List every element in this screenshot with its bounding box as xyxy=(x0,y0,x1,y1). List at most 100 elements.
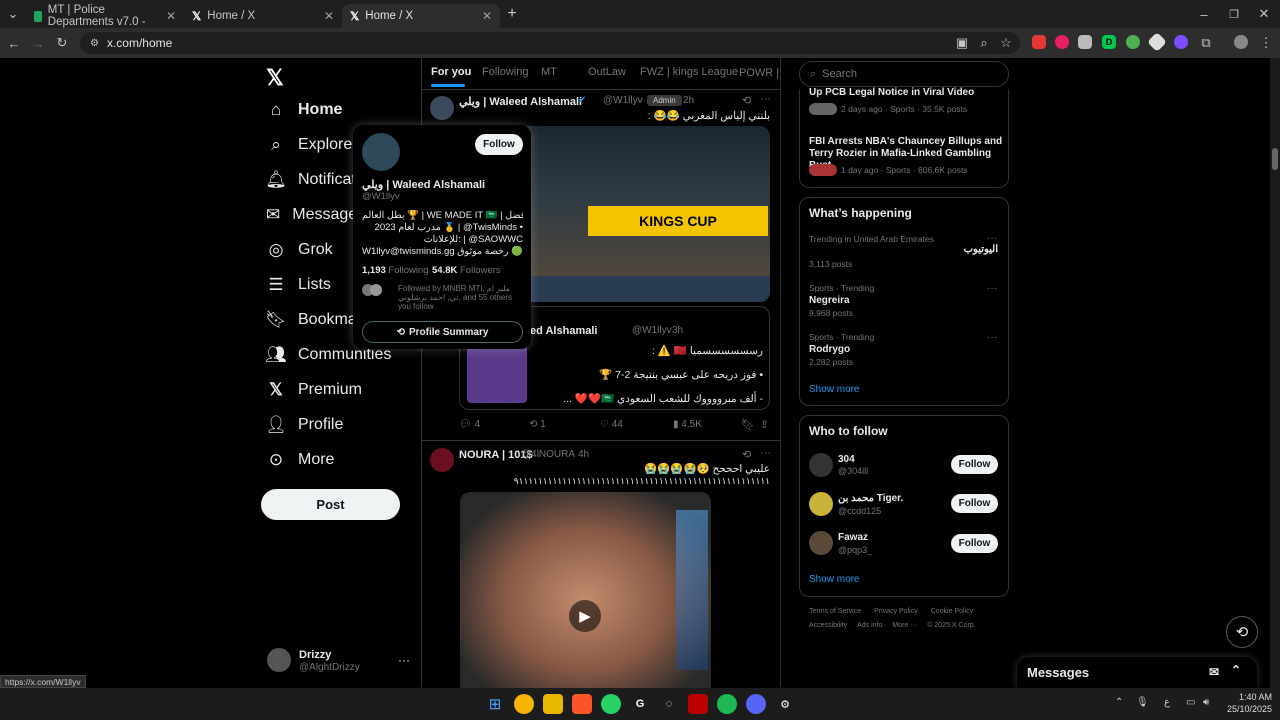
nav-lists[interactable]: ☰ Lists xyxy=(266,270,331,300)
news-title[interactable]: Up PCB Legal Notice in Viral Video xyxy=(809,87,974,98)
compose-message-icon[interactable]: ✉ xyxy=(1209,665,1219,679)
accessibility-link[interactable]: Accessibility xyxy=(809,622,847,629)
maximize-icon[interactable]: ❐ xyxy=(1226,6,1242,22)
discord-icon[interactable] xyxy=(746,694,766,714)
followed-by-text[interactable]: Followed by MNBR MTI, ملير ام تي, احمد ب… xyxy=(398,284,523,311)
ads-info-link[interactable]: Ads info xyxy=(857,622,882,629)
like-button[interactable]: ♡ 44 xyxy=(600,419,623,430)
nav-explore[interactable]: ⌕ Explore xyxy=(266,130,352,160)
new-tab-icon[interactable]: + xyxy=(504,5,520,22)
zoom-icon[interactable]: ⌕ xyxy=(976,35,992,51)
app-icon[interactable]: G xyxy=(630,694,650,714)
reply-button[interactable]: 💬︎ 4 xyxy=(459,419,480,430)
avatar[interactable] xyxy=(430,96,454,120)
follow-button[interactable]: Follow xyxy=(951,494,998,513)
back-icon[interactable]: ← xyxy=(6,35,22,51)
window-close-icon[interactable]: ✕ xyxy=(1256,6,1272,22)
tab-search-icon[interactable]: ⌄ xyxy=(5,6,21,22)
nav-messages[interactable]: ✉Messages xyxy=(266,200,356,230)
menu-icon[interactable]: ⋮ xyxy=(1258,35,1274,51)
nav-more[interactable]: ⊙ More xyxy=(266,445,335,475)
minimize-icon[interactable]: – xyxy=(1196,6,1212,22)
popup-handle[interactable]: @W1llyv xyxy=(362,191,400,202)
account-menu-icon[interactable]: ··· xyxy=(398,653,410,667)
profile-avatar[interactable] xyxy=(1234,35,1248,49)
extension-icon[interactable] xyxy=(1126,35,1140,49)
tweet-author[interactable]: ويلي | Waleed Alshamali xyxy=(459,95,582,108)
show-more-link[interactable]: Show more xyxy=(809,574,860,585)
following-count[interactable]: 1,193 Following xyxy=(362,265,429,276)
trend-name[interactable]: Negreira xyxy=(809,295,850,306)
microphone-icon[interactable]: 🎙︎ xyxy=(1136,697,1149,708)
file-explorer-icon[interactable] xyxy=(543,694,563,714)
app-icon[interactable] xyxy=(688,694,708,714)
play-icon[interactable]: ▶ xyxy=(569,600,601,632)
tab-sheets[interactable]: MT | Police Departments v7.0 - ✕ xyxy=(26,4,184,28)
follow-button[interactable]: Follow xyxy=(951,534,998,553)
brave-icon[interactable] xyxy=(572,694,592,714)
puzzle-icon[interactable]: ⧉ xyxy=(1198,35,1214,51)
app-icon[interactable]: ◌ xyxy=(659,694,679,714)
extension-icon[interactable] xyxy=(1174,35,1188,49)
tweet-time[interactable]: 4h xyxy=(578,449,589,460)
extension-icon[interactable] xyxy=(1055,35,1069,49)
tab-outlaw[interactable]: OutLaw xyxy=(588,66,626,78)
tab-powr[interactable]: POWR | ور xyxy=(739,66,781,79)
tray-chevron-icon[interactable]: ⌃ xyxy=(1115,697,1123,708)
avatar[interactable] xyxy=(809,492,833,516)
app-icon[interactable]: ⚙ xyxy=(775,694,795,714)
grok-icon[interactable]: ⟲ xyxy=(1226,616,1258,648)
tweet-handle[interactable]: @4lNOURA xyxy=(521,449,575,460)
nav-bookmarks[interactable]: 🔖︎Bookmarks xyxy=(266,305,356,335)
extension-icon[interactable]: D xyxy=(1102,35,1116,49)
nav-grok[interactable]: ◎ Grok xyxy=(266,235,333,265)
tweet-video[interactable]: ▶ xyxy=(460,492,711,688)
clock-time[interactable]: 1:40 AM xyxy=(1222,692,1272,702)
more-icon[interactable]: ··· xyxy=(760,93,771,105)
search-input[interactable]: ⌕ Search xyxy=(799,61,1009,87)
share-icon[interactable]: ⇪ xyxy=(760,418,769,431)
grok-icon[interactable]: ⟲ xyxy=(742,448,751,461)
close-icon[interactable]: ✕ xyxy=(324,9,334,23)
address-bar[interactable]: ⚙ x.com/home xyxy=(80,32,1020,54)
follow-suggestion-name[interactable]: 304 xyxy=(838,454,855,465)
tab-fwz[interactable]: FWZ | kings League xyxy=(640,66,738,78)
tab-mt[interactable]: MT xyxy=(541,66,557,78)
network-icon[interactable]: ▭ xyxy=(1186,697,1195,708)
followers-count[interactable]: 54.8K Followers xyxy=(432,265,501,276)
avatar[interactable] xyxy=(430,448,454,472)
more-icon[interactable]: ··· xyxy=(987,283,997,294)
avatar[interactable] xyxy=(809,531,833,555)
extension-icon[interactable] xyxy=(1078,35,1092,49)
more-icon[interactable]: ··· xyxy=(987,332,997,343)
nav-home[interactable]: ⌂ Home xyxy=(266,95,343,125)
nav-profile[interactable]: 👤︎ Profile xyxy=(265,410,343,440)
terms-link[interactable]: Terms of Service xyxy=(809,608,861,615)
scrollbar-thumb[interactable] xyxy=(1272,148,1278,170)
bookmark-icon[interactable]: 🔖︎ xyxy=(741,418,755,431)
follow-button[interactable]: Follow xyxy=(951,455,998,474)
close-icon[interactable]: ✕ xyxy=(482,9,492,23)
grok-icon[interactable]: ⟲ xyxy=(742,94,751,107)
whatsapp-icon[interactable] xyxy=(601,694,621,714)
tab-x-1[interactable]: 𝕏 Home / X ✕ xyxy=(184,4,342,28)
trend-name[interactable]: Rodrygo xyxy=(809,344,850,355)
trend-name[interactable]: اليوتيوب xyxy=(930,244,998,255)
reload-icon[interactable]: ↻ xyxy=(54,35,70,51)
more-icon[interactable]: ··· xyxy=(760,447,771,459)
follow-suggestion-name[interactable]: Fawaz xyxy=(838,532,868,543)
tab-x-2[interactable]: 𝕏 Home / X ✕ xyxy=(342,4,500,28)
views-button[interactable]: ▮ 4.5K xyxy=(673,419,702,430)
privacy-link[interactable]: Privacy Policy xyxy=(874,608,918,615)
scrollbar[interactable] xyxy=(1270,58,1280,688)
avatar[interactable] xyxy=(362,133,400,171)
install-icon[interactable]: ▣ xyxy=(954,35,970,51)
show-more-link[interactable]: Show more xyxy=(809,384,860,395)
volume-icon[interactable]: 🔊︎ xyxy=(1203,697,1209,708)
spotify-icon[interactable] xyxy=(717,694,737,714)
avatar[interactable] xyxy=(267,648,291,672)
nav-notifications[interactable]: 🔔︎Notifications xyxy=(266,165,356,195)
more-link[interactable]: More ··· xyxy=(892,622,917,629)
follow-suggestion-name[interactable]: محمد بن Tiger. xyxy=(838,493,903,504)
chrome-icon[interactable] xyxy=(514,694,534,714)
